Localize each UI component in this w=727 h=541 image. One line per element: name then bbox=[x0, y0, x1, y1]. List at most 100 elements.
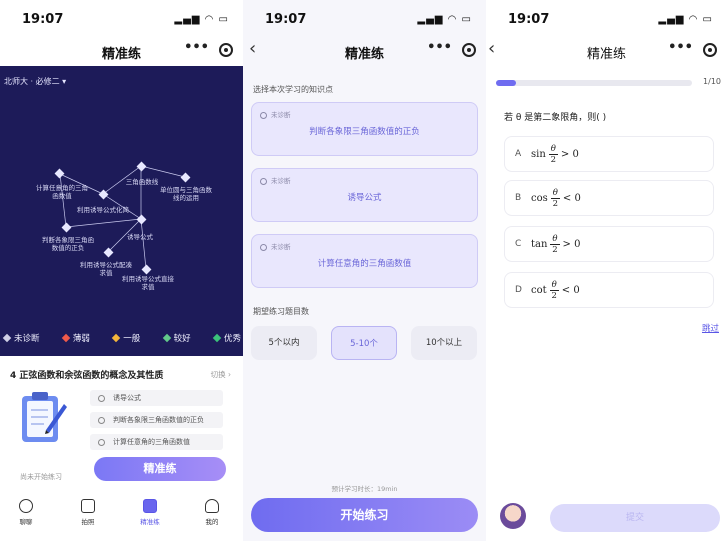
bullet-icon bbox=[98, 394, 105, 402]
graph-node bbox=[54, 168, 65, 179]
diamond-icon bbox=[111, 333, 121, 343]
skip-link[interactable]: 跳过 bbox=[702, 322, 719, 334]
signal-wifi-battery-icon: ▂▄▆ ◠ ▭ bbox=[417, 14, 472, 25]
legend-item: 薄弱 bbox=[61, 332, 90, 348]
camera-icon bbox=[81, 499, 95, 513]
nav-bar: 精准练 ••• bbox=[0, 34, 243, 66]
graph-node bbox=[141, 264, 152, 275]
diagnosis-status: 未诊断 bbox=[260, 109, 291, 119]
tab-practice[interactable]: 精准练 bbox=[130, 499, 170, 526]
submit-button[interactable]: 提交 bbox=[550, 504, 720, 532]
progress-counter: 1/10 bbox=[703, 77, 721, 86]
option-letter: C bbox=[515, 239, 522, 249]
knowledge-option-label: 计算任意角的三角函数值 bbox=[317, 259, 412, 269]
close-target-icon[interactable] bbox=[219, 43, 233, 57]
graph-node bbox=[136, 214, 147, 225]
circle-icon bbox=[260, 243, 267, 251]
person-icon bbox=[205, 499, 219, 513]
estimated-duration: 预计学习时长：19min bbox=[331, 485, 398, 493]
diamond-icon bbox=[61, 333, 71, 343]
knowledge-point-item[interactable]: 诱导公式 bbox=[90, 390, 223, 406]
knowledge-point-item[interactable]: 计算任意角的三角函数值 bbox=[90, 434, 223, 450]
more-icon[interactable]: ••• bbox=[668, 40, 693, 55]
bottom-tab-bar: 聊聊 拍照 精准练 我的 bbox=[0, 495, 243, 541]
option-formula: sin θ 2 > 0 bbox=[531, 143, 579, 165]
close-target-icon[interactable] bbox=[703, 43, 717, 57]
bullet-icon bbox=[98, 438, 105, 446]
node-label[interactable]: 利用诱导公式化简 bbox=[68, 206, 138, 214]
knowledge-option-label: 诱导公式 bbox=[347, 193, 382, 203]
progress-fill bbox=[496, 80, 516, 86]
knowledge-point-item[interactable]: 判断各象限三角函数值的正负 bbox=[90, 412, 223, 428]
diagnosis-status: 未诊断 bbox=[260, 175, 291, 185]
count-option-5-10[interactable]: 5-10个 bbox=[331, 326, 397, 360]
progress-bar bbox=[496, 80, 692, 86]
tab-chat[interactable]: 聊聊 bbox=[6, 499, 46, 526]
option-formula: tan θ 2 > 0 bbox=[531, 233, 581, 255]
diamond-icon bbox=[212, 333, 222, 343]
node-label[interactable]: 三角函数线 bbox=[118, 178, 166, 186]
knowledge-option-label: 判断各象限三角函数值的正负 bbox=[309, 127, 420, 137]
answer-option[interactable]: Asin θ 2 > 0 bbox=[504, 136, 714, 172]
start-practice-button[interactable]: 开始练习 bbox=[251, 498, 478, 532]
diamond-icon bbox=[162, 333, 171, 343]
practice-icon bbox=[143, 499, 157, 513]
diamond-icon bbox=[2, 333, 12, 343]
chapter-title: 4 正弦函数和余弦函数的概念及其性质 bbox=[10, 371, 164, 381]
section-label-knowledge: 选择本次学习的知识点 bbox=[253, 85, 333, 94]
status-time: 19:07 bbox=[22, 12, 64, 27]
option-letter: D bbox=[515, 285, 522, 295]
close-target-icon[interactable] bbox=[462, 43, 476, 57]
question-screen: 19:07 ▂▄▆ ◠ ▭ ‹ 精准练 ••• 1/10 若 θ 是第二象限角，… bbox=[486, 0, 727, 541]
option-letter: B bbox=[515, 193, 522, 203]
node-label[interactable]: 单位圆与三角函数 线的运用 bbox=[150, 186, 222, 202]
assistant-avatar[interactable] bbox=[500, 503, 526, 529]
graph-node bbox=[136, 161, 147, 172]
nav-bar: ‹ 精准练 ••• bbox=[486, 34, 727, 66]
more-icon[interactable]: ••• bbox=[427, 40, 452, 55]
bullet-icon bbox=[98, 416, 105, 424]
graph-node bbox=[180, 172, 191, 183]
question-text: 若 θ 是第二象限角，则( ) bbox=[504, 113, 607, 123]
answer-option[interactable]: Ctan θ 2 > 0 bbox=[504, 226, 714, 262]
knowledge-option-card[interactable]: 未诊断 判断各象限三角函数值的正负 bbox=[251, 102, 478, 156]
node-label[interactable]: 判断各象限三角函 数值的正负 bbox=[32, 236, 104, 252]
legend-item: 一般 bbox=[111, 332, 140, 348]
count-option-over-10[interactable]: 10个以上 bbox=[411, 326, 477, 360]
more-icon[interactable]: ••• bbox=[184, 40, 209, 55]
tab-camera[interactable]: 拍照 bbox=[68, 499, 108, 526]
knowledge-option-card[interactable]: 未诊断 计算任意角的三角函数值 bbox=[251, 234, 478, 288]
status-time: 19:07 bbox=[508, 12, 550, 27]
option-formula: cos θ 2 < 0 bbox=[531, 187, 581, 209]
status-time: 19:07 bbox=[265, 12, 307, 27]
legend-item: 较好 bbox=[162, 332, 191, 348]
circle-icon bbox=[260, 177, 267, 185]
knowledge-graph[interactable]: 北师大 · 必修二 ▾ 计算任意角的三角 函数值 三角函数线 单位圆与三角函数 … bbox=[0, 66, 243, 356]
mastery-legend: 未诊断 薄弱 一般 较好 优秀 bbox=[2, 332, 241, 348]
knowledge-option-card[interactable]: 未诊断 诱导公式 bbox=[251, 168, 478, 222]
graph-node bbox=[61, 222, 72, 233]
legend-item: 未诊断 bbox=[2, 332, 40, 348]
tab-profile[interactable]: 我的 bbox=[192, 499, 232, 526]
status-bar: 19:07 ▂▄▆ ◠ ▭ bbox=[0, 0, 243, 34]
chat-face-icon bbox=[19, 499, 33, 513]
precise-practice-button[interactable]: 精准练 bbox=[94, 457, 226, 481]
node-label[interactable]: 诱导公式 bbox=[118, 233, 162, 241]
signal-wifi-battery-icon: ▂▄▆ ◠ ▭ bbox=[658, 14, 713, 25]
diagnosis-status: 未诊断 bbox=[260, 241, 291, 251]
clipboard-illustration-icon bbox=[22, 392, 67, 442]
switch-chapter-link[interactable]: 切换 › bbox=[211, 369, 231, 380]
practice-status: 尚未开始练习 bbox=[20, 473, 62, 481]
status-bar: 19:07 ▂▄▆ ◠ ▭ bbox=[243, 0, 486, 34]
count-option-under-5[interactable]: 5个以内 bbox=[251, 326, 317, 360]
select-knowledge-screen: 19:07 ▂▄▆ ◠ ▭ ‹ 精准练 ••• 选择本次学习的知识点 未诊断 判… bbox=[243, 0, 486, 541]
answer-option[interactable]: Dcot θ 2 < 0 bbox=[504, 272, 714, 308]
section-label-count: 期望练习题目数 bbox=[253, 307, 309, 316]
signal-wifi-battery-icon: ▂▄▆ ◠ ▭ bbox=[174, 14, 229, 25]
circle-icon bbox=[260, 111, 267, 119]
answer-option[interactable]: Bcos θ 2 < 0 bbox=[504, 180, 714, 216]
option-letter: A bbox=[515, 149, 522, 159]
node-label[interactable]: 计算任意角的三角 函数值 bbox=[26, 184, 98, 200]
nav-bar: ‹ 精准练 ••• bbox=[243, 34, 486, 66]
node-label[interactable]: 利用诱导公式直接 求值 bbox=[112, 275, 184, 291]
